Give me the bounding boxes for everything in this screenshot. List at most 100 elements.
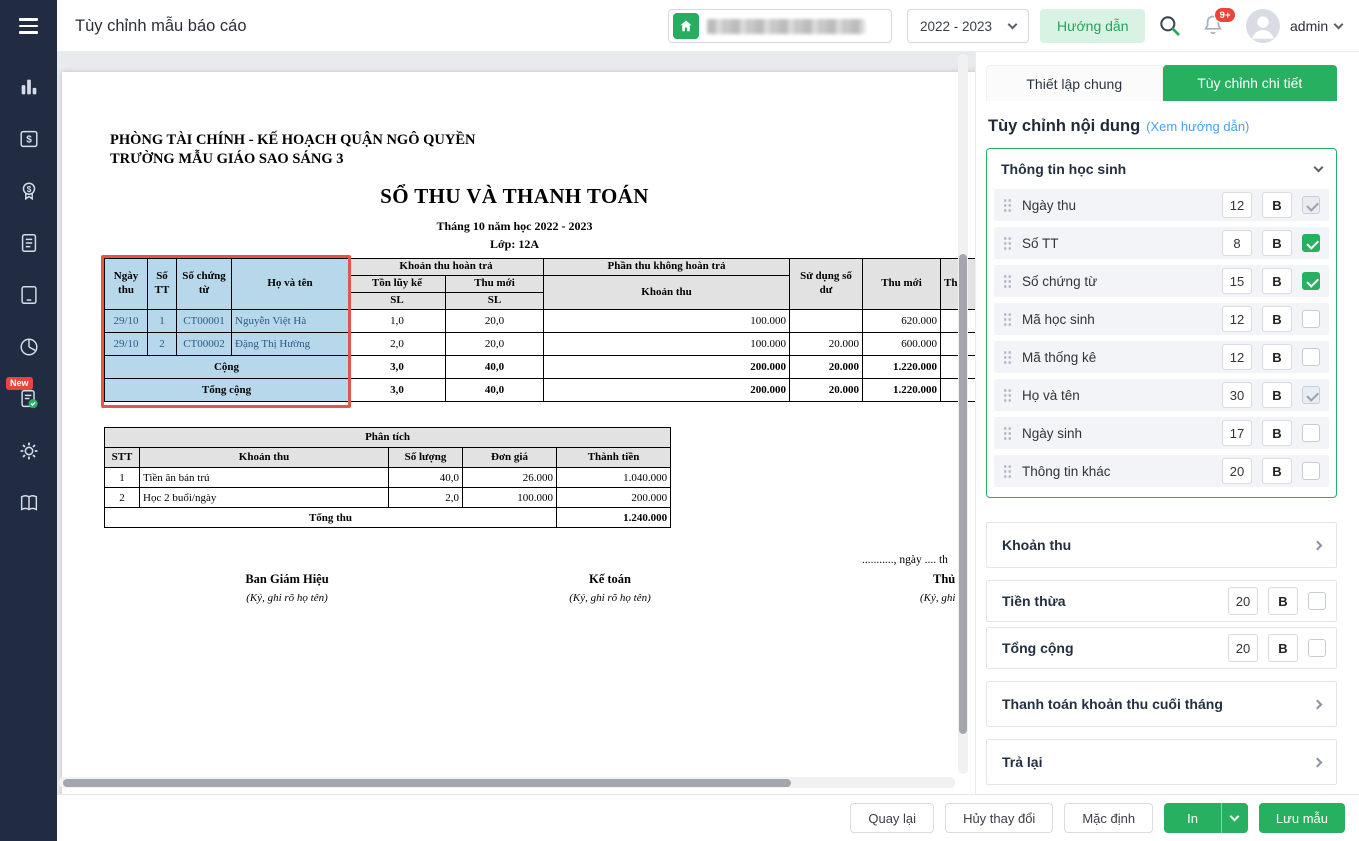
sidebar-item-library[interactable] xyxy=(0,492,57,514)
sidebar-item-reports[interactable] xyxy=(0,336,57,358)
search-button[interactable] xyxy=(1157,13,1183,44)
avatar[interactable] xyxy=(1246,9,1280,43)
sidebar-item-approval[interactable]: New xyxy=(0,377,57,410)
section-thanh-toan[interactable]: Thanh toán khoản thu cuối tháng xyxy=(986,681,1337,727)
back-button[interactable]: Quay lại xyxy=(850,803,935,833)
default-button[interactable]: Mặc định xyxy=(1064,803,1154,833)
cell: 2 xyxy=(104,487,140,508)
drag-handle-icon[interactable] xyxy=(1003,235,1012,251)
width-input[interactable] xyxy=(1222,306,1252,332)
chevron-down-icon xyxy=(1007,19,1018,30)
bold-toggle[interactable]: B xyxy=(1262,382,1292,408)
cell: 1 xyxy=(104,467,140,488)
bold-toggle[interactable]: B xyxy=(1268,587,1298,615)
visibility-checkbox[interactable] xyxy=(1302,234,1320,252)
user-menu[interactable]: admin xyxy=(1290,0,1344,52)
cell: 20.000 xyxy=(789,355,864,379)
org-line-2: TRƯỜNG MẪU GIÁO SAO SÁNG 3 xyxy=(110,151,344,167)
visibility-checkbox[interactable] xyxy=(1308,639,1326,657)
sidebar-item-settings[interactable] xyxy=(0,440,57,462)
sidebar-item-dashboard[interactable] xyxy=(0,76,57,98)
cell: 20,0 xyxy=(444,332,545,356)
field-label: Mã thống kê xyxy=(1022,349,1097,365)
cell: 600.000 xyxy=(862,332,942,356)
cell: Nguyễn Việt Hà xyxy=(231,309,349,333)
width-input[interactable] xyxy=(1222,344,1252,370)
horizontal-scrollbar-thumb[interactable] xyxy=(63,778,791,787)
cancel-changes-button[interactable]: Hủy thay đổi xyxy=(945,803,1054,833)
width-input[interactable] xyxy=(1222,458,1252,484)
section-label: Khoản thu xyxy=(1002,537,1072,553)
bold-toggle[interactable]: B xyxy=(1262,268,1292,294)
view-guide-link[interactable]: (Xem hướng dẫn) xyxy=(1146,119,1249,134)
visibility-checkbox[interactable] xyxy=(1302,310,1320,328)
visibility-checkbox[interactable] xyxy=(1308,592,1326,610)
bold-toggle[interactable]: B xyxy=(1268,634,1298,662)
width-input[interactable] xyxy=(1222,230,1252,256)
school-year-select[interactable]: 2022 - 2023 xyxy=(907,9,1029,43)
row-tong-cong: Tổng cộng B xyxy=(986,627,1337,669)
header-cell: Sử dụng số dư xyxy=(789,258,864,310)
print-dropdown-button[interactable] xyxy=(1220,803,1248,833)
drag-handle-icon[interactable] xyxy=(1003,425,1012,441)
guide-button[interactable]: Hướng dẫn xyxy=(1040,9,1146,43)
student-info-header[interactable]: Thông tin học sinh xyxy=(987,149,1336,189)
invoice-dollar-icon: $ xyxy=(19,130,38,148)
drag-handle-icon[interactable] xyxy=(1003,349,1012,365)
width-input[interactable] xyxy=(1222,192,1252,218)
field-label: Tổng cộng xyxy=(1002,640,1074,656)
tab-general-settings[interactable]: Thiết lập chung xyxy=(986,65,1163,101)
drag-handle-icon[interactable] xyxy=(1003,197,1012,213)
width-input[interactable] xyxy=(1228,634,1258,662)
notifications-button[interactable]: 9+ xyxy=(1200,7,1236,40)
print-button-group: In xyxy=(1164,803,1248,833)
sidebar-item-receipts[interactable] xyxy=(0,284,57,306)
visibility-checkbox[interactable] xyxy=(1302,424,1320,442)
drag-handle-icon[interactable] xyxy=(1003,273,1012,289)
sidebar-item-billing[interactable]: $ xyxy=(0,128,57,150)
bold-toggle[interactable]: B xyxy=(1262,230,1292,256)
width-input[interactable] xyxy=(1222,268,1252,294)
bold-toggle[interactable]: B xyxy=(1262,306,1292,332)
drag-handle-icon[interactable] xyxy=(1003,463,1012,479)
print-button[interactable]: In xyxy=(1164,803,1221,833)
sidebar: $ $ New xyxy=(0,0,57,841)
open-book-icon xyxy=(20,495,37,511)
section-tra-lai[interactable]: Trả lại xyxy=(986,739,1337,785)
visibility-checkbox[interactable] xyxy=(1302,348,1320,366)
width-input[interactable] xyxy=(1228,587,1258,615)
sidebar-item-documents[interactable] xyxy=(0,232,57,254)
header-cell: Số chứng từ xyxy=(176,258,232,310)
home-icon xyxy=(673,13,699,39)
horizontal-scrollbar[interactable] xyxy=(59,777,955,788)
vertical-scrollbar[interactable] xyxy=(958,54,968,774)
bold-toggle[interactable]: B xyxy=(1262,420,1292,446)
vertical-scrollbar-thumb[interactable] xyxy=(959,254,967,734)
bold-toggle[interactable]: B xyxy=(1262,344,1292,370)
school-selector[interactable] xyxy=(668,9,892,43)
drag-handle-icon[interactable] xyxy=(1003,311,1012,327)
drag-handle-icon[interactable] xyxy=(1003,387,1012,403)
menu-toggle[interactable] xyxy=(0,0,57,52)
action-bar: Quay lại Hủy thay đổi Mặc định In Lưu mẫ… xyxy=(57,794,1359,841)
search-icon xyxy=(1160,16,1180,36)
section-khoan-thu[interactable]: Khoản thu xyxy=(986,522,1337,568)
visibility-checkbox[interactable] xyxy=(1302,462,1320,480)
visibility-checkbox[interactable] xyxy=(1302,272,1320,290)
sidebar-item-collection[interactable]: $ xyxy=(0,180,57,202)
cell: 200.000 xyxy=(543,355,791,379)
user-icon xyxy=(1251,16,1275,39)
width-input[interactable] xyxy=(1222,382,1252,408)
cell: 3,0 xyxy=(348,378,446,402)
tab-detail-customization[interactable]: Tùy chỉnh chi tiết xyxy=(1162,65,1337,101)
cell: 1.040.000 xyxy=(555,467,672,488)
table-header-row: STT Khoản thu Số lượng Đơn giá Thành tiề… xyxy=(104,447,672,468)
bold-toggle[interactable]: B xyxy=(1262,458,1292,484)
field-row-ma-thong-ke: Mã thống kê B xyxy=(994,341,1329,373)
bold-toggle[interactable]: B xyxy=(1262,192,1292,218)
width-input[interactable] xyxy=(1222,420,1252,446)
panel-heading: Tùy chỉnh nội dung (Xem hướng dẫn) xyxy=(988,117,1337,136)
cell: CT00002 xyxy=(176,332,232,356)
report-subtitle: Tháng 10 năm học 2022 - 2023 xyxy=(436,219,593,233)
save-template-button[interactable]: Lưu mẫu xyxy=(1258,803,1345,833)
